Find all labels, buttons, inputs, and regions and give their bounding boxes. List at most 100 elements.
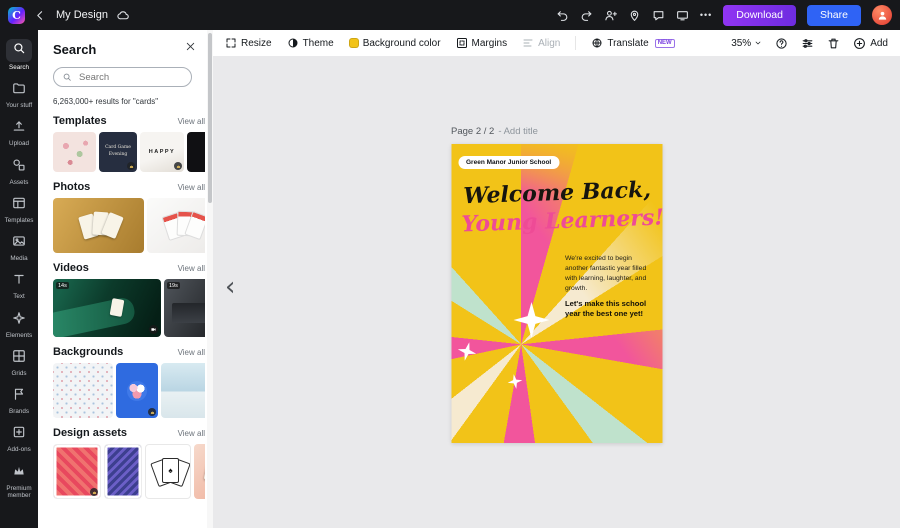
template-thumb-floral[interactable] [53, 132, 96, 172]
avatar[interactable] [872, 5, 892, 25]
resize-icon [225, 37, 237, 49]
sidebar-item-elements[interactable]: Elements [0, 306, 38, 344]
document-title[interactable]: My Design [56, 9, 108, 21]
toolbar-right-group: 35% Add [731, 37, 888, 50]
chevron-down-icon [754, 39, 762, 47]
poster-cta-text[interactable]: Let's make this school year the best one… [565, 299, 657, 320]
pro-badge-icon [127, 162, 135, 170]
section-design-assets: Design assets View all ♠ [53, 427, 212, 499]
color-swatch-icon [348, 38, 359, 48]
add-ons-icon [12, 425, 26, 439]
video-duration: 14s [56, 282, 69, 289]
margins-icon [456, 37, 468, 49]
design-editor-app: C My Design ••• Download Share Search Yo… [0, 0, 900, 528]
share-button[interactable]: Share [806, 4, 861, 26]
sidebar-item-grids[interactable]: Grids [0, 344, 38, 382]
photo-thumb-hand-cards[interactable] [147, 198, 205, 253]
sidebar-item-templates[interactable]: Templates [0, 191, 38, 229]
template-thumb-happy[interactable]: HAPPY [140, 132, 184, 172]
sidebar-item-upload[interactable]: Upload [0, 114, 38, 152]
asset-thumb-red-card-back[interactable] [53, 444, 101, 499]
view-all-link[interactable]: View all [178, 264, 205, 273]
close-icon[interactable] [185, 41, 196, 52]
section-title: Backgrounds [53, 346, 124, 358]
template-thumb-dark[interactable] [187, 132, 205, 172]
pro-badge-icon [148, 408, 156, 416]
zoom-control[interactable]: 35% [731, 38, 762, 49]
templates-icon [12, 196, 26, 210]
add-page-button[interactable]: Add [853, 37, 888, 50]
delete-page-icon[interactable] [827, 37, 840, 50]
design-page[interactable]: Green Manor Junior School Welcome Back, … [451, 144, 662, 443]
background-thumb-pattern[interactable] [53, 363, 113, 418]
sidebar-item-media[interactable]: Media [0, 229, 38, 267]
upload-icon [12, 119, 26, 133]
school-name-badge[interactable]: Green Manor Junior School [458, 156, 560, 169]
view-all-link[interactable]: View all [178, 117, 205, 126]
new-badge: NEW [654, 38, 675, 48]
side-rail: Search Your stuff Upload Assets Template… [0, 30, 38, 528]
video-thumb-card-table[interactable]: 14s [53, 279, 161, 337]
canva-logo[interactable]: C [8, 6, 25, 24]
location-pin-icon[interactable] [628, 9, 641, 22]
present-icon[interactable] [676, 9, 689, 22]
help-icon[interactable] [775, 37, 788, 50]
sidebar-item-assets[interactable]: Assets [0, 153, 38, 191]
view-all-link[interactable]: View all [178, 348, 205, 357]
previous-page-chevron-icon[interactable]: ‹ [225, 274, 235, 300]
scrollbar-thumb[interactable] [208, 33, 212, 203]
search-icon [12, 41, 26, 55]
folder-icon [12, 81, 26, 95]
poster-body-text[interactable]: We're excited to begin another fantastic… [565, 254, 653, 293]
settings-sliders-icon[interactable] [801, 37, 814, 50]
grids-icon [12, 349, 26, 363]
sidebar-item-text[interactable]: Text [0, 267, 38, 305]
crown-icon [12, 464, 26, 478]
elements-icon [12, 311, 26, 325]
plus-circle-icon [853, 37, 866, 50]
section-videos: Videos View all 14s 19s [53, 262, 212, 337]
align-button[interactable]: Align [522, 37, 560, 49]
media-icon [12, 234, 26, 248]
search-input[interactable] [77, 70, 183, 84]
view-all-link[interactable]: View all [178, 183, 205, 192]
asset-thumb-hand-card[interactable] [194, 444, 205, 499]
margins-button[interactable]: Margins [456, 37, 507, 49]
canvas-area[interactable]: Page 2 / 2 - Add title ‹ Green Manor Jun… [213, 56, 900, 528]
sidebar-item-search[interactable]: Search [0, 34, 38, 76]
page-indicator: Page 2 / 2 [451, 126, 495, 137]
asset-thumb-blue-card-back[interactable] [104, 444, 142, 499]
undo-icon[interactable] [556, 9, 569, 22]
asset-thumb-fanned-cards[interactable]: ♠ [145, 444, 191, 499]
more-options-icon[interactable]: ••• [700, 10, 712, 20]
comment-icon[interactable] [652, 9, 665, 22]
theme-button[interactable]: Theme [287, 37, 334, 49]
section-title: Templates [53, 115, 107, 127]
background-thumb-mountains[interactable] [161, 363, 205, 418]
add-title-hint[interactable]: - Add title [498, 126, 538, 137]
sidebar-item-premium-member[interactable]: Premium member [0, 459, 38, 504]
sparkle-star-icon [513, 302, 549, 338]
photo-thumb-golden-cards[interactable] [53, 198, 144, 253]
resize-button[interactable]: Resize [225, 37, 272, 49]
background-thumb-flowers[interactable] [116, 363, 158, 418]
redo-icon[interactable] [580, 9, 593, 22]
sidebar-item-add-ons[interactable]: Add-ons [0, 420, 38, 458]
video-thumb-laptop[interactable]: 19s [164, 279, 205, 337]
top-bar: C My Design ••• Download Share [0, 0, 900, 30]
back-icon[interactable] [34, 9, 47, 22]
sidebar-item-your-stuff[interactable]: Your stuff [0, 76, 38, 114]
invite-people-icon[interactable] [604, 9, 617, 22]
download-button[interactable]: Download [723, 4, 796, 26]
video-duration: 19s [167, 282, 180, 289]
background-color-button[interactable]: Background color [348, 38, 441, 49]
translate-icon [591, 37, 603, 49]
sidebar-item-brands[interactable]: Brands [0, 382, 38, 420]
translate-button[interactable]: Translate NEW [591, 37, 675, 49]
theme-icon [287, 37, 299, 49]
align-icon [522, 37, 534, 49]
search-box[interactable] [53, 67, 192, 87]
template-thumb-card-game[interactable]: Card Game Evening [99, 132, 137, 172]
view-all-link[interactable]: View all [178, 429, 205, 438]
text-icon [12, 272, 26, 286]
